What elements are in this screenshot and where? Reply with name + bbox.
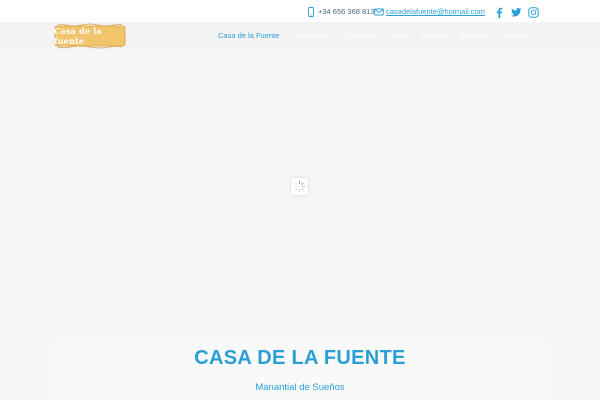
nav-item-reservas[interactable]: Reservas (347, 31, 379, 40)
instagram-icon (528, 7, 539, 18)
slider-loader (291, 178, 308, 195)
nav-item-entorno[interactable]: Entorno (460, 31, 486, 40)
envelope-icon (374, 8, 384, 15)
nav-item-blog[interactable]: Blog (392, 31, 407, 40)
nav-item-casa-de-la-fuente[interactable]: Casa de la Fuente (218, 31, 279, 40)
twitter-icon (511, 8, 522, 17)
site-logo[interactable]: Casa de la fuente (54, 22, 126, 49)
nav-item-alojamiento[interactable]: Alojamiento (293, 31, 332, 40)
nav-item-galeria[interactable]: Galería (421, 31, 446, 40)
page-title: CASA DE LA FUENTE (194, 347, 406, 369)
loading-spinner-icon (293, 180, 306, 193)
social-links (494, 5, 539, 18)
page-subtitle: Manantial de Sueños (255, 382, 345, 393)
logo-text: Casa de la fuente (54, 25, 102, 46)
contact-email-link[interactable]: casadelafuente@hotmail.com (374, 5, 485, 18)
contact-phone-text: +34 656 368 813 (318, 7, 375, 16)
facebook-icon (496, 7, 502, 18)
instagram-link[interactable] (528, 5, 539, 18)
mobile-phone-icon (308, 6, 314, 17)
contact-phone-link[interactable]: +34 656 368 813 (306, 5, 375, 18)
facebook-link[interactable] (494, 5, 505, 18)
contact-email-text: casadelafuente@hotmail.com (386, 7, 485, 16)
main-nav: Casa de la Fuente Alojamiento Reservas B… (218, 31, 530, 40)
twitter-link[interactable] (511, 5, 522, 17)
top-bar: +34 656 368 813 casadelafuente@hotmail.c… (0, 0, 600, 22)
nav-item-contacto[interactable]: Contacto (500, 31, 530, 40)
